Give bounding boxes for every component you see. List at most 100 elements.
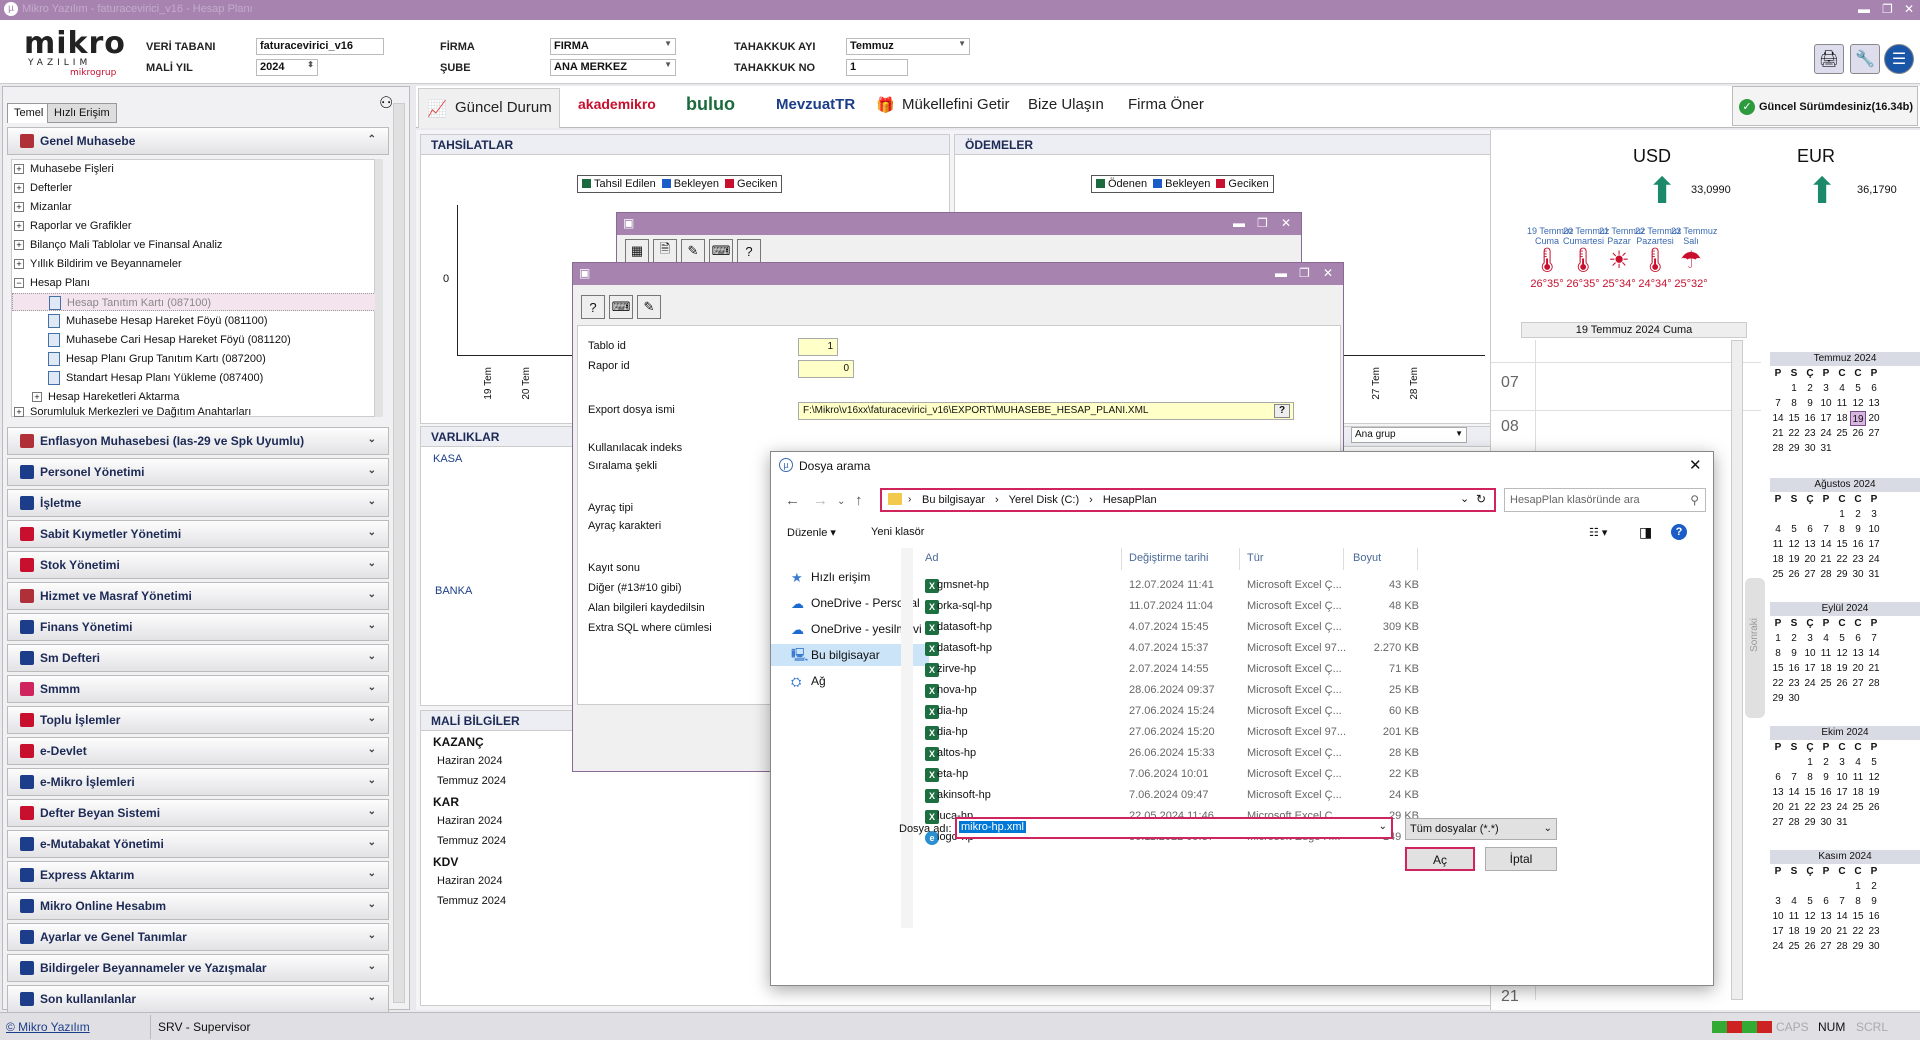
search-input[interactable]: HesapPlan klasöründe ara ⚲ — [1504, 488, 1706, 512]
tree-item-grup-tanitim[interactable]: Hesap Planı Grup Tanıtım Kartı (087200) — [12, 350, 376, 368]
version-badge[interactable]: ✓ Güncel Sürümdesiniz(16.34b) — [1732, 86, 1918, 126]
expand-icon[interactable]: ⌄ — [368, 992, 376, 1003]
tree-item-bilanco[interactable]: + Bilanço Mali Tablolar ve Finansal Anali… — [12, 236, 376, 254]
view-options-icon[interactable]: ☷ ▾ — [1589, 526, 1607, 539]
file-row[interactable]: Xdatasoft-hp 4.07.2024 15:37 Microsoft Exc… — [917, 639, 1521, 659]
collapse-icon[interactable]: ⌃ — [368, 134, 376, 145]
expand-icon[interactable]: ⌄ — [368, 465, 376, 476]
section-son-kullan-lanlar[interactable]: Son kullanılanlar ⌄ — [7, 985, 389, 1013]
ana-grup-select[interactable]: Ana grup ▼ — [1351, 427, 1467, 443]
close-icon[interactable]: ✕ — [1904, 2, 1914, 16]
bg-minimize-icon[interactable]: ▬ — [1233, 216, 1245, 230]
help-icon[interactable]: ? — [1671, 524, 1687, 540]
section-defter-beyan-sistemi[interactable]: Defter Beyan Sistemi ⌄ — [7, 799, 389, 827]
section-finans-y-netimi[interactable]: Finans Yönetimi ⌄ — [7, 613, 389, 641]
keyboard-icon[interactable]: ⌨ — [609, 295, 633, 319]
tree-item-sorumluluk[interactable]: + Sorumluluk Merkezleri ve Dağıtım Anahta… — [12, 406, 376, 418]
file-row[interactable]: Xgmsnet-hp 12.07.2024 11:41 Microsoft Exce… — [917, 576, 1521, 596]
tab-hizli-erisim[interactable]: Hızlı Erişim — [47, 103, 117, 123]
filetype-select[interactable]: Tüm dosyalar (*.*) ⌄ — [1405, 818, 1557, 840]
expand-icon[interactable]: ⌄ — [368, 651, 376, 662]
binoculars-icon[interactable]: ⚇ — [379, 93, 393, 113]
recent-dropdown-icon[interactable]: ⌄ — [837, 496, 845, 507]
crumb-bu-bilgisayar[interactable]: Bu bilgisayar — [922, 494, 985, 510]
file-row[interactable]: Xdatasoft-hp 4.07.2024 15:45 Microsoft Exc… — [917, 618, 1521, 638]
file-row[interactable]: Xzirve-hp 2.07.2024 14:55 Microsoft Excel … — [917, 660, 1521, 680]
duzenle-menu[interactable]: Düzenle ▾ — [787, 526, 836, 539]
file-row[interactable]: Xdia-hp 27.06.2024 15:24 Microsoft Excel Ç… — [917, 702, 1521, 722]
tab-buluo[interactable]: buluo — [686, 94, 735, 115]
preview-pane-icon[interactable]: ◨ — [1639, 524, 1652, 541]
crumb-yerel-disk[interactable]: Yerel Disk (C:) — [1009, 494, 1080, 510]
month-calendar[interactable]: Temmuz 2024 P S Ç P C C P 1 2 3 4 5 6 7 8 9 10 11 12 13 14 15 1… — [1770, 352, 1920, 456]
expand-icon[interactable]: ⌄ — [368, 620, 376, 631]
month-calendar[interactable]: Eylül 2024 P S Ç P C C P 1 2 3 4 5 6 7 8 9 10 11 12 13 14 15 16… — [1770, 602, 1920, 706]
tab-firma-oner[interactable]: Firma Öner — [1128, 96, 1204, 113]
col-tur[interactable]: Tür — [1247, 552, 1264, 564]
export-maximize-icon[interactable]: ❐ — [1299, 266, 1310, 280]
help-icon[interactable]: ? — [581, 295, 605, 319]
tablo-id-field[interactable]: 1 — [798, 338, 838, 356]
doc-icon[interactable]: 🗎 — [653, 239, 677, 263]
section-stok-y-netimi[interactable]: Stok Yönetimi ⌄ — [7, 551, 389, 579]
section-mikro-online-hesab-m[interactable]: Mikro Online Hesabım ⌄ — [7, 892, 389, 920]
section-sm-defteri[interactable]: Sm Defteri ⌄ — [7, 644, 389, 672]
crumb-hesapplan[interactable]: HesapPlan — [1103, 494, 1157, 510]
expand-icon[interactable]: ⌄ — [368, 930, 376, 941]
expand-icon[interactable]: ⌄ — [368, 961, 376, 972]
filename-input[interactable]: mikro-hp.xml ⌄ — [955, 817, 1393, 839]
expand-icon[interactable]: ⌄ — [368, 713, 376, 724]
expand-icon[interactable]: ⌄ — [368, 527, 376, 538]
expand-icon[interactable]: ⌄ — [368, 496, 376, 507]
rapor-id-field[interactable]: 0 — [798, 360, 854, 378]
tab-guncel-durum[interactable]: 📈 Güncel Durum — [418, 88, 560, 128]
tree-scrollbar[interactable] — [375, 159, 383, 417]
tree-item-cari-hareket-foyu[interactable]: Muhasebe Cari Hesap Hareket Föyü (081120… — [12, 331, 376, 349]
file-row[interactable]: Xorka-sql-hp 11.07.2024 11:04 Microsoft Ex… — [917, 597, 1521, 617]
tahakkuk-no-field[interactable]: 1 — [846, 59, 908, 76]
export-minimize-icon[interactable]: ▬ — [1275, 266, 1287, 280]
col-boyut[interactable]: Boyut — [1353, 552, 1381, 564]
expand-icon[interactable]: ⌄ — [368, 434, 376, 445]
section-ayarlar-ve-genel-tan-mlar[interactable]: Ayarlar ve Genel Tanımlar ⌄ — [7, 923, 389, 951]
tree-item-hesap-tanitim-karti[interactable]: Hesap Tanıtım Kartı (087100) — [12, 293, 376, 311]
forward-arrow-icon[interactable]: → — [813, 492, 828, 509]
section-personel-y-netimi[interactable]: Personel Yönetimi ⌄ — [7, 458, 389, 486]
expand-icon[interactable]: ⌄ — [368, 837, 376, 848]
help-icon[interactable]: ? — [737, 239, 761, 263]
refresh-icon[interactable]: ↻ — [1476, 492, 1486, 506]
browse-button[interactable]: ? — [1274, 404, 1290, 418]
expand-icon[interactable]: ⌄ — [368, 868, 376, 879]
tab-mevzuattr[interactable]: MevzuatTR — [776, 96, 855, 113]
section-smmm[interactable]: Smmm ⌄ — [7, 675, 389, 703]
expand-icon[interactable]: ⌄ — [368, 775, 376, 786]
ac-button[interactable]: Aç — [1405, 847, 1475, 871]
edit-icon[interactable]: ✎ — [681, 239, 705, 263]
expand-icon[interactable]: ⌄ — [368, 682, 376, 693]
sube-select[interactable]: ANA MERKEZ ▼ — [550, 59, 676, 76]
bg-maximize-icon[interactable]: ❐ — [1257, 216, 1268, 230]
export-path-field[interactable]: F:\Mikro\v16xx\faturacevirici_v16\EXPORT… — [798, 402, 1294, 420]
iptal-button[interactable]: İptal — [1485, 847, 1557, 871]
section-e-mikro-i-lemleri[interactable]: e-Mikro İşlemleri ⌄ — [7, 768, 389, 796]
menu-icon[interactable]: ☰ — [1884, 44, 1914, 74]
tree-item-hareket-aktarma[interactable]: + Hesap Hareketleri Aktarma — [12, 388, 376, 406]
edit-icon[interactable]: ✎ — [637, 295, 661, 319]
dialog-close-icon[interactable]: ✕ — [1689, 456, 1702, 474]
file-row[interactable]: Xakinsoft-hp 7.06.2024 09:47 Microsoft Exc… — [917, 786, 1521, 806]
tree-item-raporlar[interactable]: + Raporlar ve Grafikler — [12, 217, 376, 235]
section-e-devlet[interactable]: e-Devlet ⌄ — [7, 737, 389, 765]
yeni-klasor-button[interactable]: Yeni klasör — [871, 526, 924, 538]
nav-onedrive-personal[interactable]: ☁ OneDrive - Personal — [771, 596, 920, 611]
tree-item-mizanlar[interactable]: + Mizanlar — [12, 198, 376, 216]
expand-icon[interactable]: ⌄ — [368, 744, 376, 755]
bg-close-icon[interactable]: ✕ — [1281, 216, 1291, 230]
filename-dropdown-icon[interactable]: ⌄ — [1379, 821, 1387, 832]
tools-icon[interactable]: 🔧 — [1850, 44, 1880, 74]
col-tarih[interactable]: Değiştirme tarihi — [1129, 552, 1208, 564]
tree-item-yillik-bildirim[interactable]: + Yıllık Bildirim ve Beyannameler — [12, 255, 376, 273]
file-row[interactable]: Xeta-hp 7.06.2024 10:01 Microsoft Excel Ç.… — [917, 765, 1521, 785]
file-row[interactable]: Xaltos-hp 26.06.2024 15:33 Microsoft Excel… — [917, 744, 1521, 764]
tab-bize-ulasin[interactable]: Bize Ulaşın — [1028, 96, 1104, 113]
tree-item-hesap-hareket-foyu[interactable]: Muhasebe Hesap Hareket Föyü (081100) — [12, 312, 376, 330]
